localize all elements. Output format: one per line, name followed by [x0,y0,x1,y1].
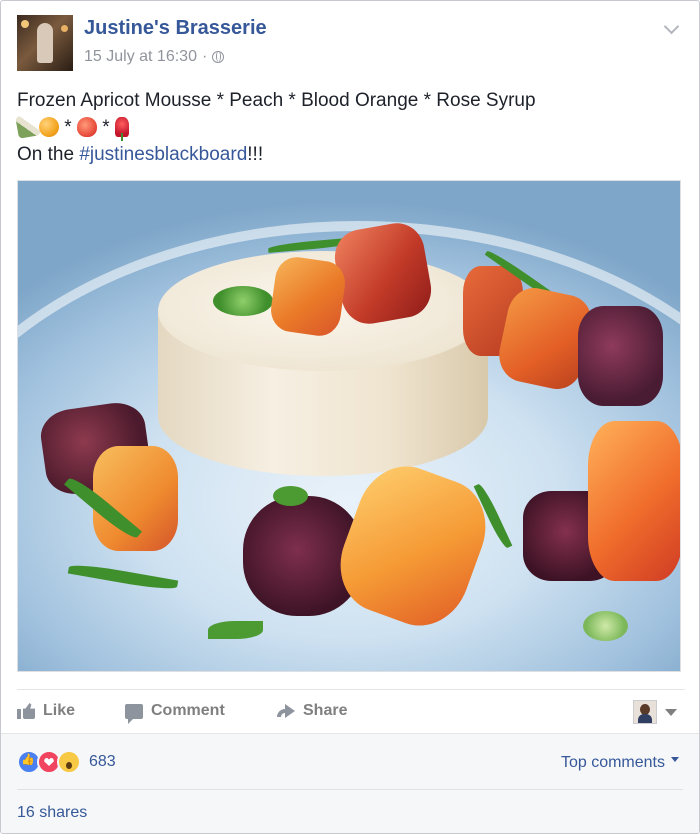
comment-button[interactable]: Comment [125,702,225,724]
wow-reaction-icon [57,750,81,774]
stats-bar: 683 Top comments 16 shares [1,733,699,833]
herb-leaf [208,621,263,639]
comment-icon [125,703,143,724]
top-comments-dropdown[interactable]: Top comments [561,754,679,772]
lamp-light [61,25,68,32]
post-as-selector[interactable] [633,700,677,724]
shares-count-link[interactable]: 16 shares [17,804,87,822]
lamp-light [21,20,29,28]
post-header: Justine's Brasserie 15 July at 16:30 · [17,15,685,73]
post-photo[interactable] [17,180,681,672]
divider [17,789,683,790]
emoji-separator: * [102,117,110,138]
post-text: Frozen Apricot Mousse * Peach * Blood Or… [15,87,685,168]
like-label: Like [43,702,76,719]
like-button[interactable]: Like [17,702,75,720]
peach-piece [588,421,680,581]
line3-suffix: !!! [247,144,264,165]
avatar-figure [37,23,53,63]
post-card: Justine's Brasserie 15 July at 16:30 · F… [0,0,700,834]
post-text-line-1: Frozen Apricot Mousse * Peach * Blood Or… [17,90,536,111]
comment-label: Comment [151,702,225,719]
herb-sprig [213,286,273,316]
meta-separator: · [201,48,208,65]
thumbs-up-icon [17,703,35,719]
blood-orange-piece [330,218,436,329]
herb-sprig [273,486,308,506]
peach-piece [268,254,348,339]
page-avatar[interactable] [17,15,73,71]
action-bar: Like Comment Share [17,689,685,734]
herb-sprig [583,611,628,641]
peach-icon [76,117,97,137]
globe-icon[interactable] [212,51,225,63]
rose-icon [114,117,129,141]
share-label: Share [303,702,348,719]
caret-down-icon [665,708,677,716]
viewer-avatar [633,700,657,724]
hashtag-link[interactable]: #justinesblackboard [79,144,247,165]
bottle-icon [15,113,41,139]
chevron-down-icon[interactable] [663,18,680,35]
beetroot-piece [578,306,663,406]
top-comments-label: Top comments [560,754,665,771]
orange-icon [39,117,59,137]
reactions-summary[interactable]: 683 [17,750,116,774]
post-meta: 15 July at 16:30 · [84,48,225,66]
share-button[interactable]: Share [277,702,347,720]
reaction-count[interactable]: 683 [89,753,116,771]
emoji-separator: * [64,117,72,138]
post-text-line-3: On the #justinesblackboard!!! [17,141,685,168]
post-emoji-line: * * [15,113,685,141]
share-arrow-icon [277,704,295,718]
post-timestamp[interactable]: 15 July at 16:30 [84,48,197,66]
line3-prefix: On the [17,144,80,165]
page-name-link[interactable]: Justine's Brasserie [84,17,267,40]
caret-down-icon [671,756,679,762]
